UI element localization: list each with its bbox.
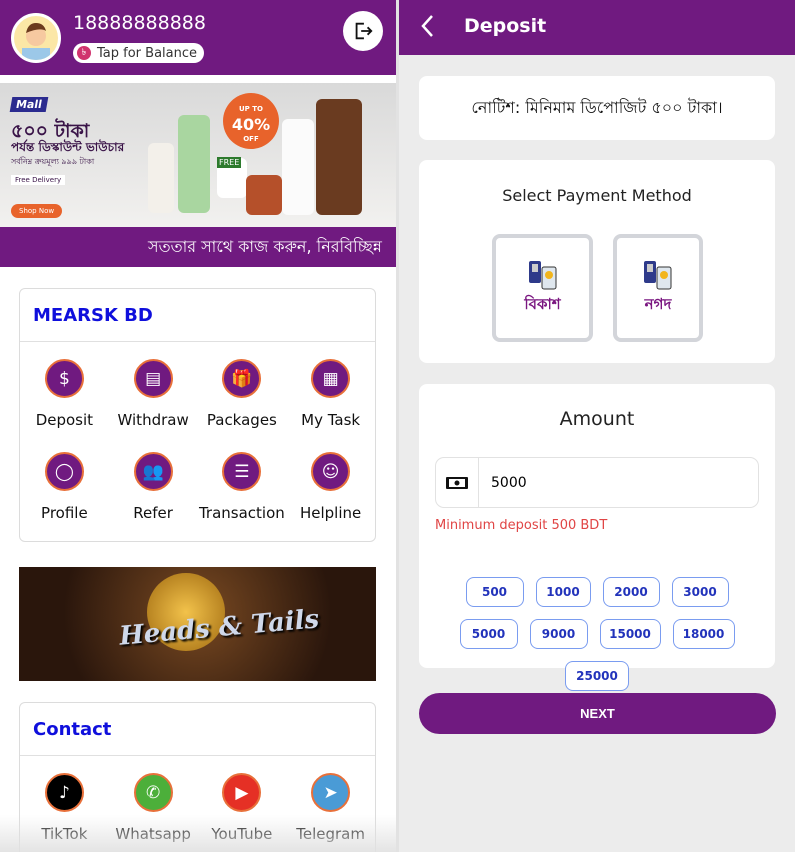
user-icon: ◯ <box>44 452 84 491</box>
chevron-left-icon <box>421 15 433 37</box>
back-button[interactable] <box>421 14 435 44</box>
preset-amount-500[interactable]: 500 <box>465 577 524 607</box>
whatsapp-icon: ✆ <box>133 773 173 812</box>
calendar-task-icon: ▦ <box>311 359 351 398</box>
contact-title: Contact <box>20 703 375 756</box>
atm-icon: ▤ <box>133 359 173 398</box>
next-button[interactable]: NEXT <box>419 693 776 734</box>
menu-item-label: My Task <box>301 411 361 429</box>
refer-users-icon: 👥 <box>133 452 173 491</box>
bottom-fade <box>0 815 396 852</box>
menu-item-packages[interactable]: 🎁 Packages <box>198 359 287 452</box>
free-label: FREE <box>217 157 242 168</box>
balance-label: Tap for Balance <box>97 45 197 61</box>
telegram-icon: ➤ <box>311 773 351 812</box>
heads-tails-banner[interactable]: Heads & Tails <box>19 567 376 681</box>
menu-item-refer[interactable]: 👥 Refer <box>109 452 198 545</box>
minimum-deposit-error: Minimum deposit 500 BDT <box>435 518 608 533</box>
menu-item-label: Withdraw <box>117 411 189 429</box>
product-image <box>148 143 174 213</box>
product-image <box>282 119 314 215</box>
preset-amount-18000[interactable]: 18000 <box>672 619 735 649</box>
preset-amount-9000[interactable]: 9000 <box>529 619 588 649</box>
menu-item-deposit[interactable]: $ Deposit <box>20 359 109 452</box>
logout-button[interactable] <box>343 11 383 51</box>
amount-input[interactable] <box>479 458 749 507</box>
product-image <box>178 115 210 213</box>
deposit-panel: Deposit নোটিশ: মিনিমাম ডিপোজিট ৫০০ টাকা।… <box>399 0 795 852</box>
pos-terminal-icon <box>644 260 672 289</box>
menu-item-label: Helpline <box>299 504 362 522</box>
menu-item-transaction[interactable]: ☰ Transaction <box>198 452 287 545</box>
menu-card: MEARSK BD $ Deposit ▤ Withdraw 🎁 Packages ▦ My … <box>19 288 376 542</box>
money-icon <box>436 458 479 507</box>
payment-method-card: Select Payment Method বিকাশ নগদ <box>419 160 775 363</box>
money-bag-icon: $ <box>44 359 84 398</box>
preset-amount-2000[interactable]: 2000 <box>602 577 660 607</box>
payment-option-label: নগদ <box>644 294 672 313</box>
preset-amount-25000[interactable]: 25000 <box>565 661 629 691</box>
tap-for-balance-button[interactable]: ৳ Tap for Balance <box>73 43 204 63</box>
product-image: FREE <box>217 157 247 198</box>
preset-amount-5000[interactable]: 5000 <box>459 619 518 649</box>
payment-option-label: বিকাশ <box>524 294 561 313</box>
notice-card: নোটিশ: মিনিমাম ডিপোজিট ৫০০ টাকা। <box>419 76 775 140</box>
list-icon: ☰ <box>222 452 262 491</box>
tiktok-icon: ♪ <box>44 773 84 812</box>
menu-item-label: Transaction <box>198 504 285 522</box>
banner-note: সর্বনিম্ন ক্রয়মূল্য ৯৯৯ টাকা <box>11 157 95 166</box>
deposit-header: Deposit <box>399 0 795 55</box>
menu-item-label: Deposit <box>35 411 94 429</box>
menu-item-label: Refer <box>133 504 173 522</box>
amount-title: Amount <box>559 408 635 430</box>
headset-icon: ☺ <box>311 452 351 491</box>
avatar[interactable] <box>11 13 61 63</box>
shop-now-button[interactable]: Shop Now <box>11 204 63 218</box>
home-panel: 18888888888 ৳ Tap for Balance Mall ৫০০ টা… <box>0 0 396 852</box>
marquee-text: সততার সাথে কাজ করুন, নিরবিচ্ছিন্ন <box>0 227 396 267</box>
mall-logo: Mall <box>9 97 49 112</box>
menu-item-withdraw[interactable]: ▤ Withdraw <box>109 359 198 452</box>
youtube-icon: ▶ <box>222 773 262 812</box>
menu-title: MEARSK BD <box>20 289 375 342</box>
pos-terminal-icon <box>528 260 556 289</box>
free-delivery-badge: Free Delivery <box>11 175 66 185</box>
offer-bottom: OFF <box>243 135 259 143</box>
payment-option-bkash[interactable]: বিকাশ <box>492 234 593 342</box>
menu-item-my-task[interactable]: ▦ My Task <box>286 359 375 452</box>
payment-option-nagad[interactable]: নগদ <box>613 234 703 342</box>
menu-item-profile[interactable]: ◯ Profile <box>20 452 109 545</box>
product-image <box>246 175 282 215</box>
offer-badge: UP TO 40% OFF <box>223 93 279 149</box>
product-image <box>316 99 362 215</box>
page-title: Deposit <box>464 15 547 37</box>
menu-item-label: Packages <box>206 411 277 429</box>
amount-card: Amount Minimum deposit 500 BDT 500 1000 20… <box>419 384 775 691</box>
home-header: 18888888888 ৳ Tap for Balance <box>0 0 396 75</box>
gift-icon: 🎁 <box>222 359 262 398</box>
preset-amount-1000[interactable]: 1000 <box>535 577 591 607</box>
payment-method-title: Select Payment Method <box>502 186 692 205</box>
preset-amount-3000[interactable]: 3000 <box>671 577 729 607</box>
phone-number: 18888888888 <box>73 12 206 34</box>
menu-item-helpline[interactable]: ☺ Helpline <box>286 452 375 545</box>
amount-field[interactable] <box>435 457 759 508</box>
menu-item-label: Profile <box>41 504 88 522</box>
promo-banner[interactable]: Mall ৫০০ টাকা পর্যন্ত ডিস্কাউন্ট ভাউচার … <box>0 83 396 227</box>
preset-amount-15000[interactable]: 15000 <box>599 619 661 649</box>
logout-icon <box>355 22 373 40</box>
taka-icon: ৳ <box>77 46 91 60</box>
